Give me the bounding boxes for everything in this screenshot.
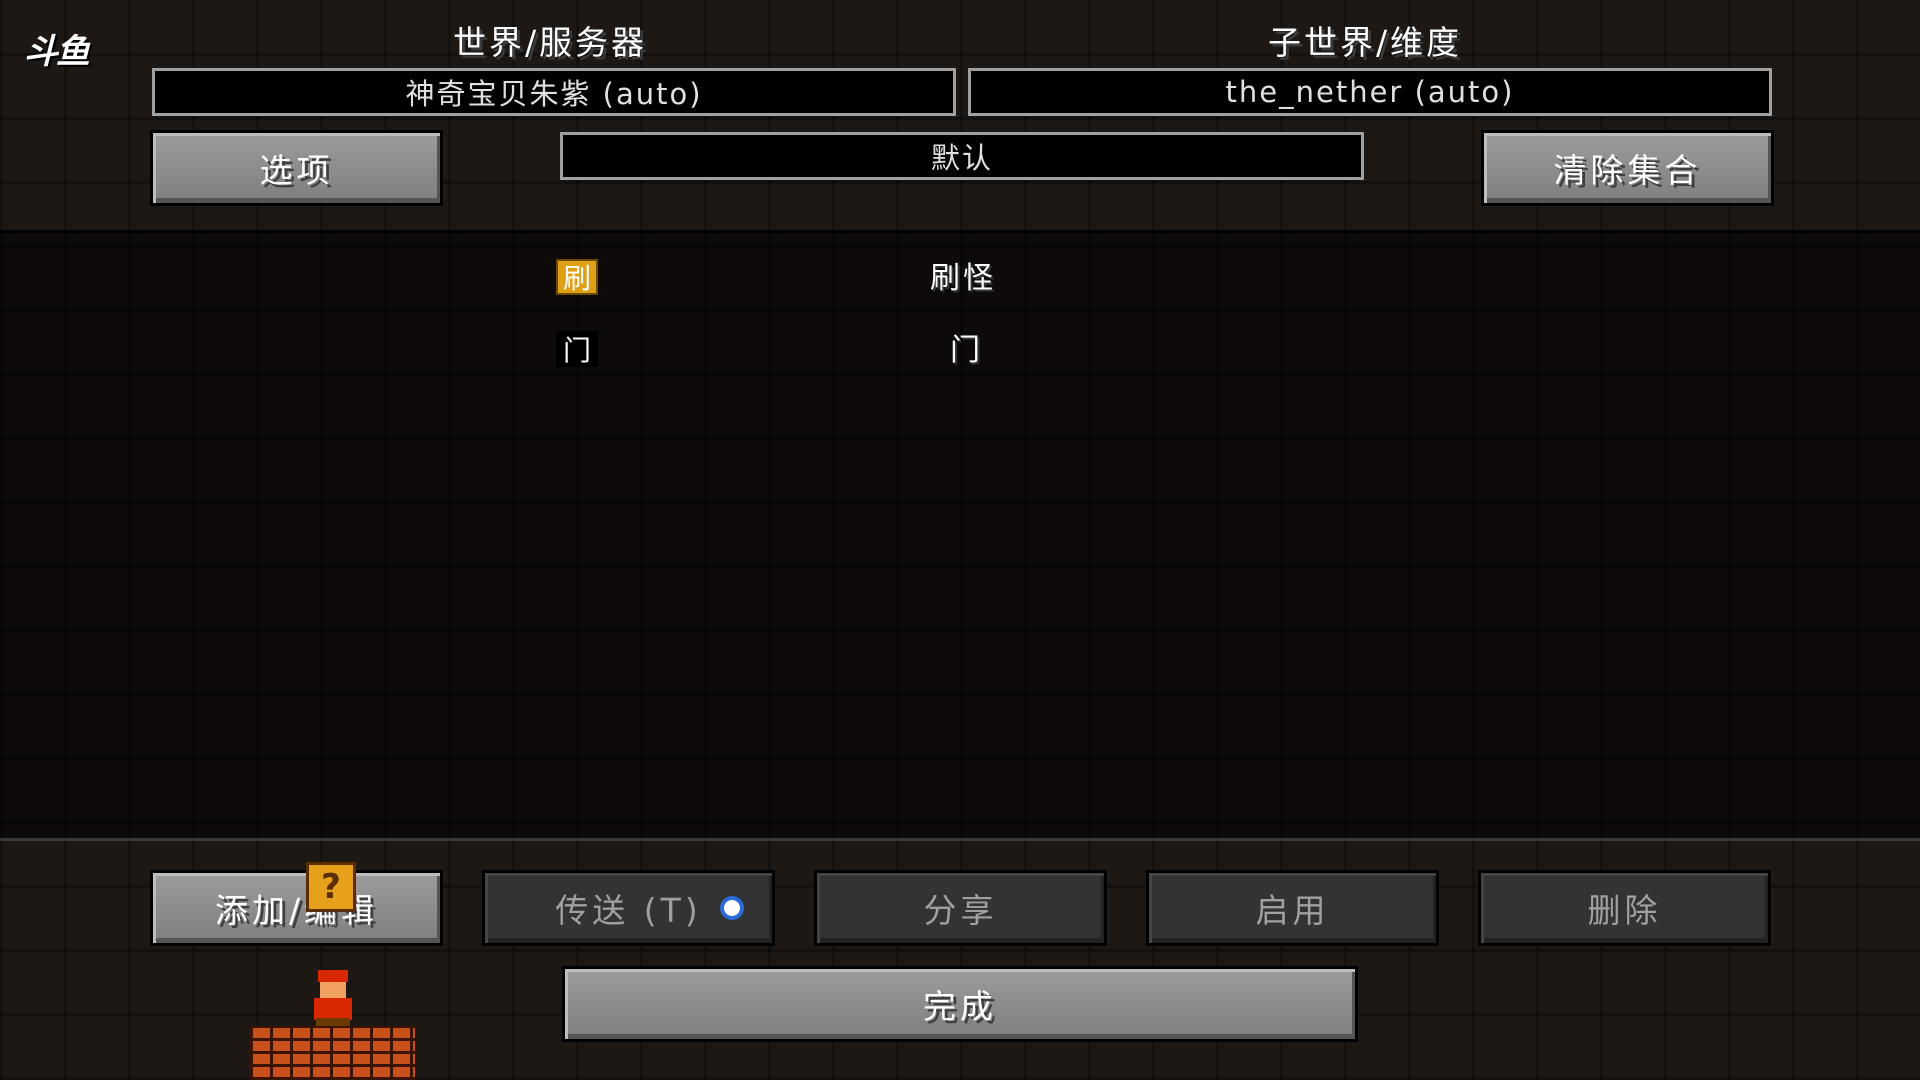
options-button[interactable]: 选项: [150, 130, 443, 206]
brick-block-icon: [250, 1026, 415, 1080]
world-server-value: 神奇宝贝朱紫 (auto): [405, 77, 703, 111]
clear-set-button[interactable]: 清除集合: [1481, 130, 1774, 206]
douyu-logo: 斗鱼: [24, 32, 90, 72]
enable-button-label: 启用: [1255, 891, 1330, 930]
clear-set-button-label: 清除集合: [1553, 151, 1702, 190]
waypoint-initial: 刷: [556, 259, 598, 295]
share-button-label: 分享: [923, 891, 998, 930]
world-server-field[interactable]: 神奇宝贝朱紫 (auto): [152, 68, 956, 116]
waypoint-set-field[interactable]: 默认: [560, 132, 1364, 180]
delete-button-label: 删除: [1587, 891, 1662, 930]
delete-button[interactable]: 删除: [1478, 870, 1771, 946]
enable-button[interactable]: 启用: [1146, 870, 1439, 946]
sub-world-field[interactable]: the_nether (auto): [968, 68, 1772, 116]
waypoint-name: 刷怪: [930, 261, 996, 296]
waypoint-initial: 门: [556, 331, 598, 367]
options-button-label: 选项: [259, 151, 334, 190]
mario-sprite-icon: [310, 970, 356, 1030]
waypoint-set-value: 默认: [930, 141, 993, 175]
add-edit-button[interactable]: 添加/编辑: [150, 870, 443, 946]
world-server-title: 世界/服务器: [452, 23, 648, 62]
share-button[interactable]: 分享: [814, 870, 1107, 946]
question-block-icon: ?: [306, 862, 356, 912]
sub-world-value: the_nether (auto): [1225, 75, 1515, 109]
waypoint-name: 门: [950, 333, 983, 368]
sub-world-title: 子世界/维度: [1267, 23, 1463, 62]
done-button[interactable]: 完成: [562, 966, 1358, 1042]
teleport-button-label: 传送 (T): [555, 891, 702, 930]
done-button-label: 完成: [923, 987, 997, 1026]
waypoint-list[interactable]: 刷 刷怪 门 门: [0, 230, 1920, 841]
cursor-indicator-icon: [720, 896, 744, 920]
